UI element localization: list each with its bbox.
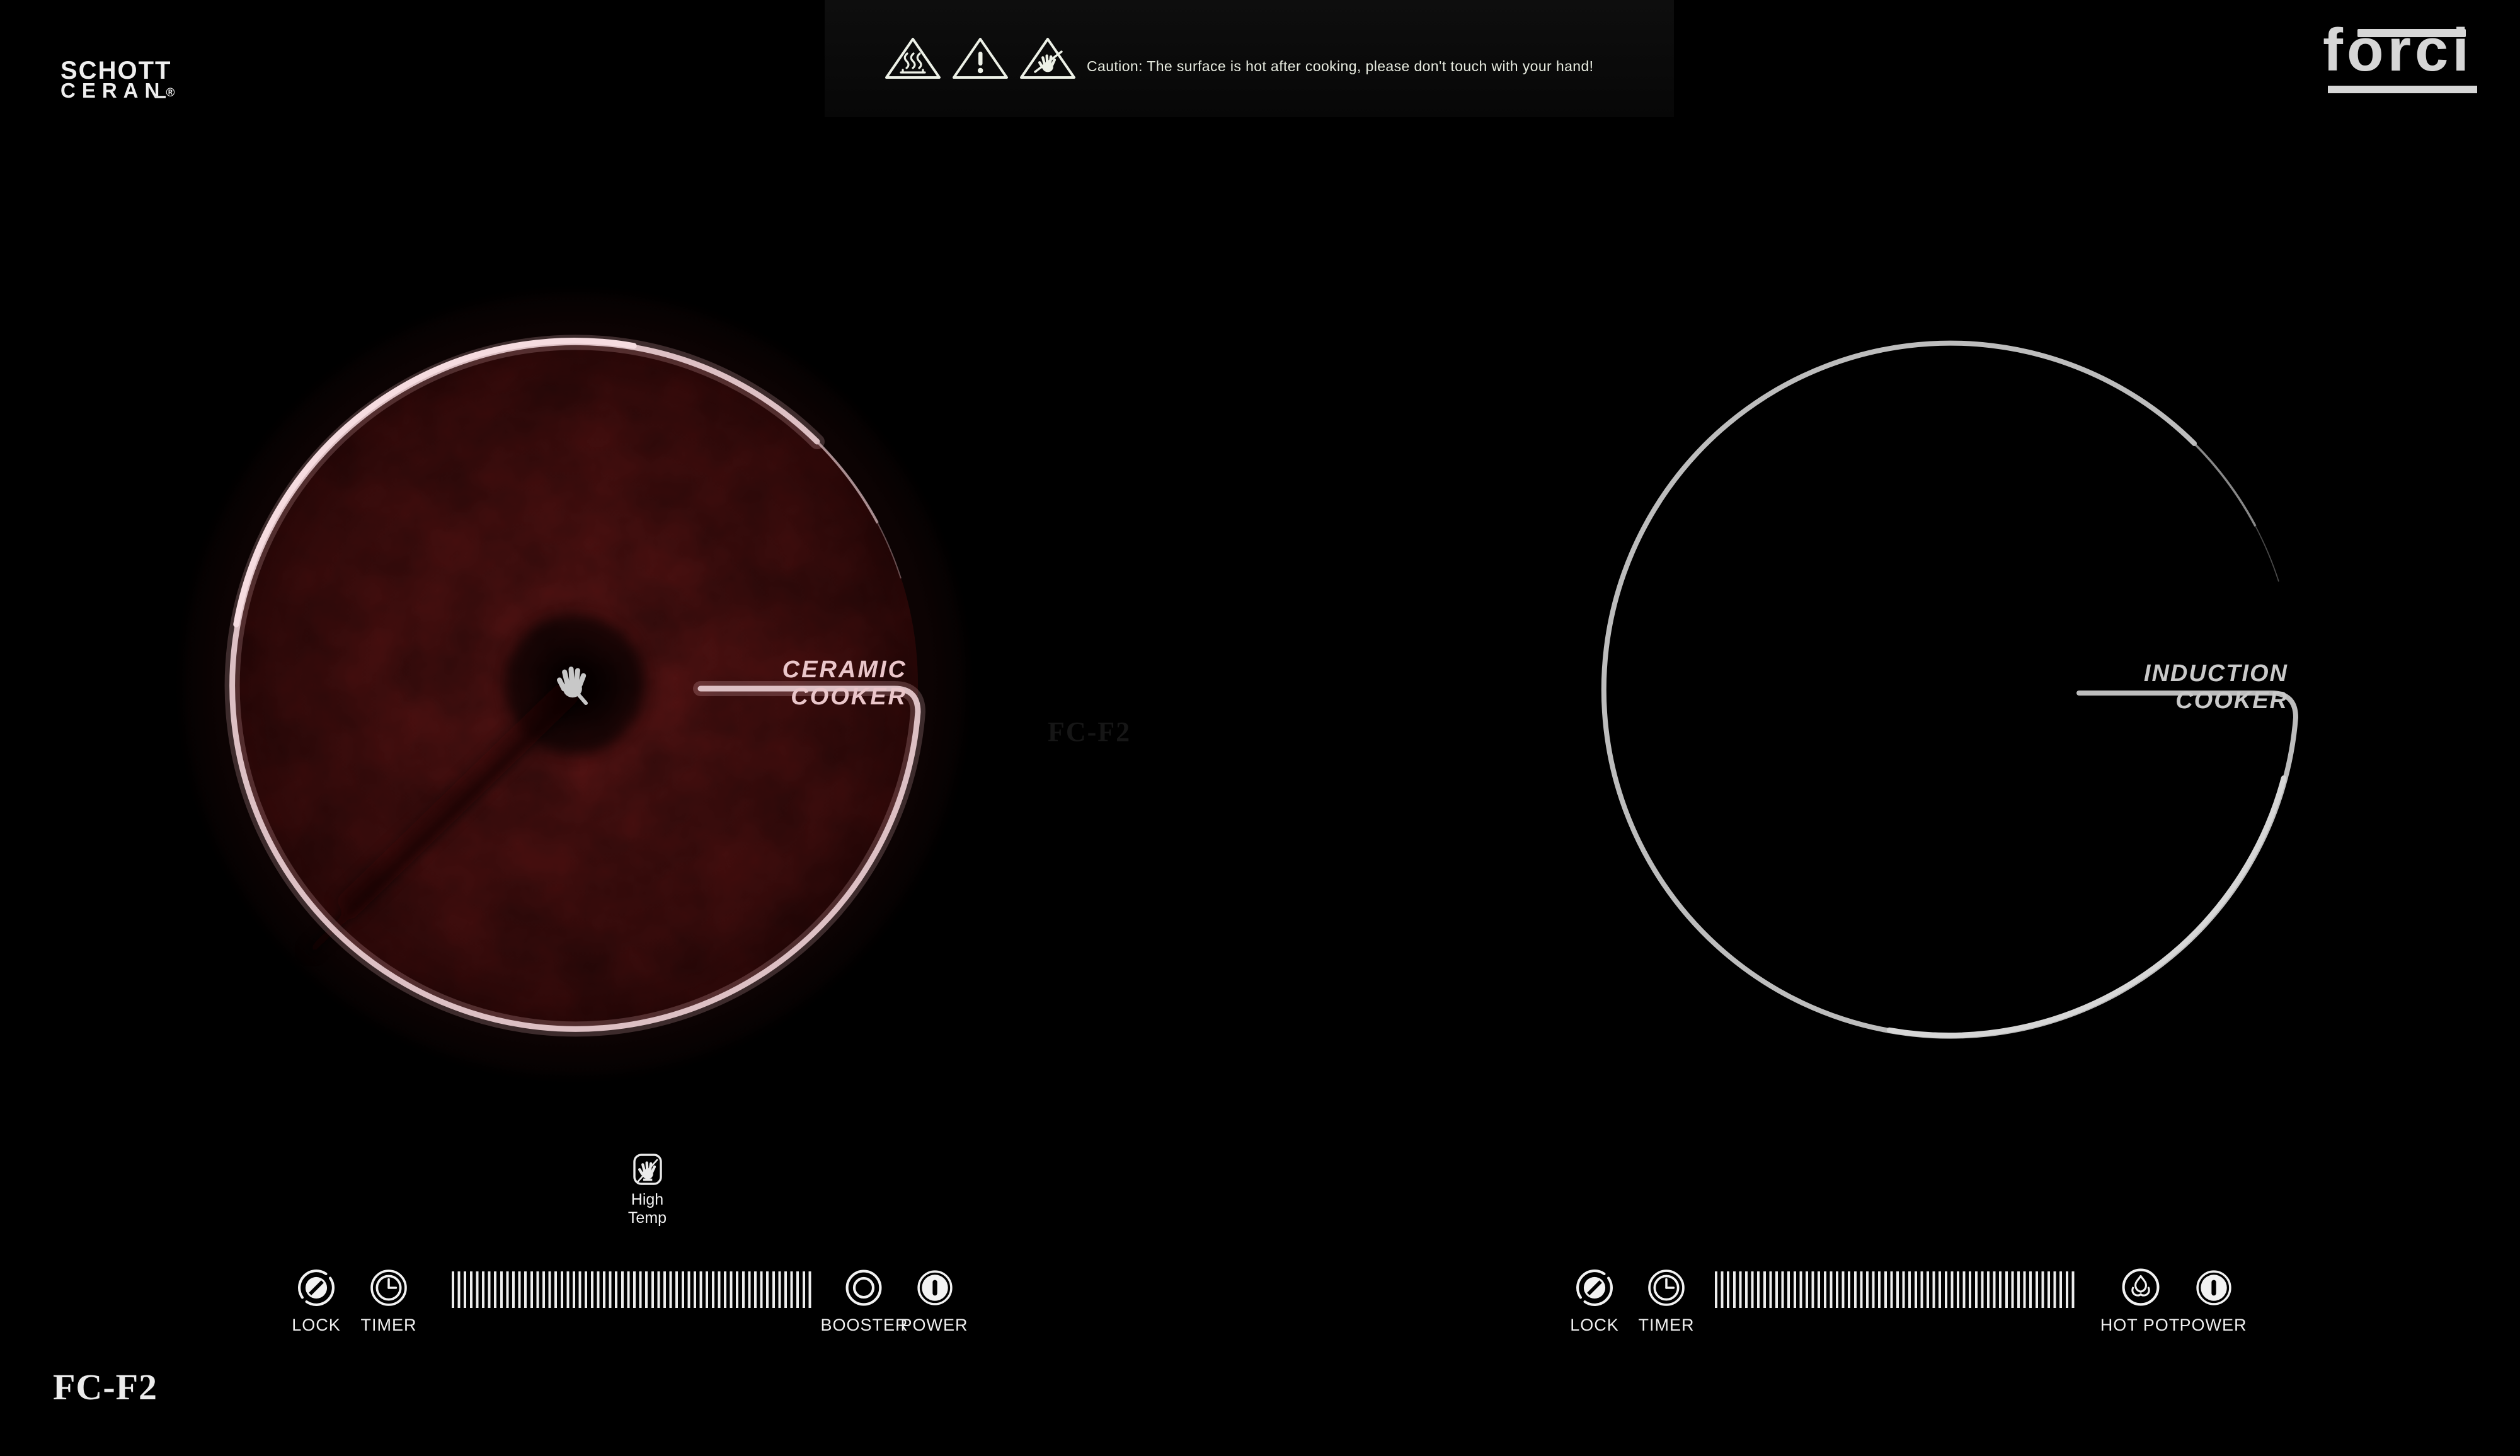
forci-logo-overline [2357, 29, 2466, 37]
induction-lock-label: LOCK [1570, 1316, 1619, 1335]
high-temp-label: High Temp [614, 1191, 680, 1227]
model-name: FC-F2 [53, 1366, 158, 1408]
cooking-zones-graphic [0, 0, 2520, 1456]
do-not-touch-warning-icon [1019, 37, 1077, 81]
ceramic-timer-button[interactable] [370, 1270, 407, 1306]
hot-surface-warning-icon [884, 37, 942, 81]
forci-logo: forci [2323, 19, 2473, 82]
induction-timer-label: TIMER [1639, 1316, 1695, 1335]
induction-ring-taper [2194, 444, 2255, 526]
ceramic-timer-label: TIMER [361, 1316, 417, 1335]
schott-logo-underscore [155, 96, 166, 98]
ceramic-power-button[interactable] [917, 1270, 953, 1306]
induction-power-button[interactable] [2196, 1270, 2232, 1306]
timer-icon [1648, 1270, 1685, 1306]
induction-lock-button[interactable] [1576, 1270, 1613, 1306]
induction-timer-button[interactable] [1648, 1270, 1685, 1306]
ceramic-lock-button[interactable] [298, 1270, 335, 1306]
general-warning-icon [951, 37, 1009, 81]
ceran-wordmark: CERAN® [60, 81, 175, 103]
caution-text: Caution: The surface is hot after cookin… [1087, 58, 1593, 75]
booster-icon [845, 1270, 882, 1306]
lock-icon [298, 1270, 335, 1306]
caution-icons [884, 37, 1077, 81]
induction-power-slider[interactable] [1715, 1271, 2076, 1308]
induction-hot-pot-button[interactable] [2122, 1268, 2158, 1305]
high-temp-indicator: High Temp [614, 1153, 680, 1227]
ceramic-lock-label: LOCK [292, 1316, 341, 1335]
ceramic-power-slider[interactable] [452, 1271, 813, 1308]
schott-wordmark: SCHOTT [60, 60, 175, 81]
ceramic-booster-label: BOOSTER [820, 1316, 908, 1335]
induction-cooker-label: INDUCTION COOKER [2076, 660, 2288, 714]
forci-wordmark: forci [2323, 19, 2473, 82]
lock-icon [1576, 1270, 1613, 1306]
power-icon [917, 1270, 953, 1306]
ceramic-cooker-label: CERAMIC COOKER [696, 656, 907, 711]
power-icon [2196, 1270, 2232, 1306]
hot-pot-flame-icon [2122, 1268, 2160, 1306]
cooktop-surface: SCHOTT CERAN® [0, 0, 2520, 1456]
ceramic-power-label: POWER [900, 1316, 968, 1335]
induction-ring-highlight [1889, 778, 2284, 1035]
ceramic-booster-button[interactable] [845, 1270, 882, 1306]
induction-power-label: POWER [2179, 1316, 2247, 1335]
registered-mark: ® [166, 86, 175, 100]
timer-icon [370, 1270, 407, 1306]
forci-logo-underline [2328, 86, 2477, 93]
faint-model-watermark: FC-F2 [1048, 716, 1131, 748]
schott-ceran-logo: SCHOTT CERAN® [60, 60, 175, 103]
induction-ring-taper-end [2255, 526, 2279, 582]
caution-sticker: Caution: The surface is hot after cookin… [825, 0, 1674, 117]
induction-hot-pot-label: HOT POT [2100, 1316, 2180, 1335]
high-temp-hand-icon [633, 1153, 663, 1187]
